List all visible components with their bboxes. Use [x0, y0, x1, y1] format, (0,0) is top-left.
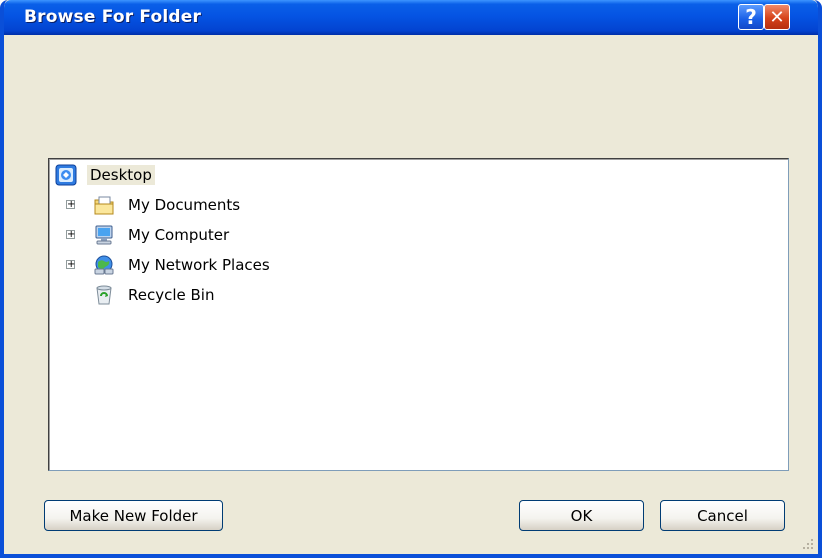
ok-label: OK: [570, 506, 593, 525]
tree-item-label: Recycle Bin: [128, 286, 215, 304]
folder-tree[interactable]: Desktop + My Documents + My Computer + M…: [48, 158, 789, 471]
desktop-icon: [55, 164, 77, 186]
network-places-icon: [94, 255, 114, 275]
tree-item-label: My Network Places: [128, 256, 270, 274]
resize-grip-icon[interactable]: [802, 538, 814, 550]
tree-item-my-documents[interactable]: + My Documents: [53, 193, 353, 217]
tree-item-recycle-bin[interactable]: Recycle Bin: [53, 283, 353, 307]
my-computer-icon: [95, 225, 113, 245]
tree-item-desktop[interactable]: Desktop: [53, 163, 253, 187]
cancel-button[interactable]: Cancel: [660, 500, 785, 531]
expand-icon[interactable]: +: [66, 260, 75, 270]
make-new-folder-button[interactable]: Make New Folder: [44, 500, 223, 531]
recycle-bin-icon: [96, 285, 112, 305]
help-button[interactable]: ?: [738, 4, 764, 30]
cancel-label: Cancel: [697, 506, 748, 525]
close-button[interactable]: ✕: [764, 4, 790, 30]
my-documents-icon: [94, 196, 114, 215]
make-new-folder-label: Make New Folder: [69, 506, 198, 525]
tree-item-my-computer[interactable]: + My Computer: [53, 223, 353, 247]
browse-for-folder-dialog: Browse For Folder ? ✕ Desktop + My Docum…: [0, 0, 822, 558]
ok-button[interactable]: OK: [519, 500, 644, 531]
tree-item-label: Desktop: [87, 165, 155, 185]
help-icon: ?: [745, 5, 757, 29]
tree-item-label: My Computer: [128, 226, 230, 244]
tree-item-label: My Documents: [128, 196, 241, 214]
expand-icon[interactable]: +: [66, 230, 75, 240]
tree-item-my-network-places[interactable]: + My Network Places: [53, 253, 353, 277]
close-icon: ✕: [769, 6, 785, 28]
title-bar[interactable]: Browse For Folder ? ✕: [4, 0, 818, 35]
expand-icon[interactable]: +: [66, 200, 75, 210]
window-title: Browse For Folder: [24, 7, 202, 27]
